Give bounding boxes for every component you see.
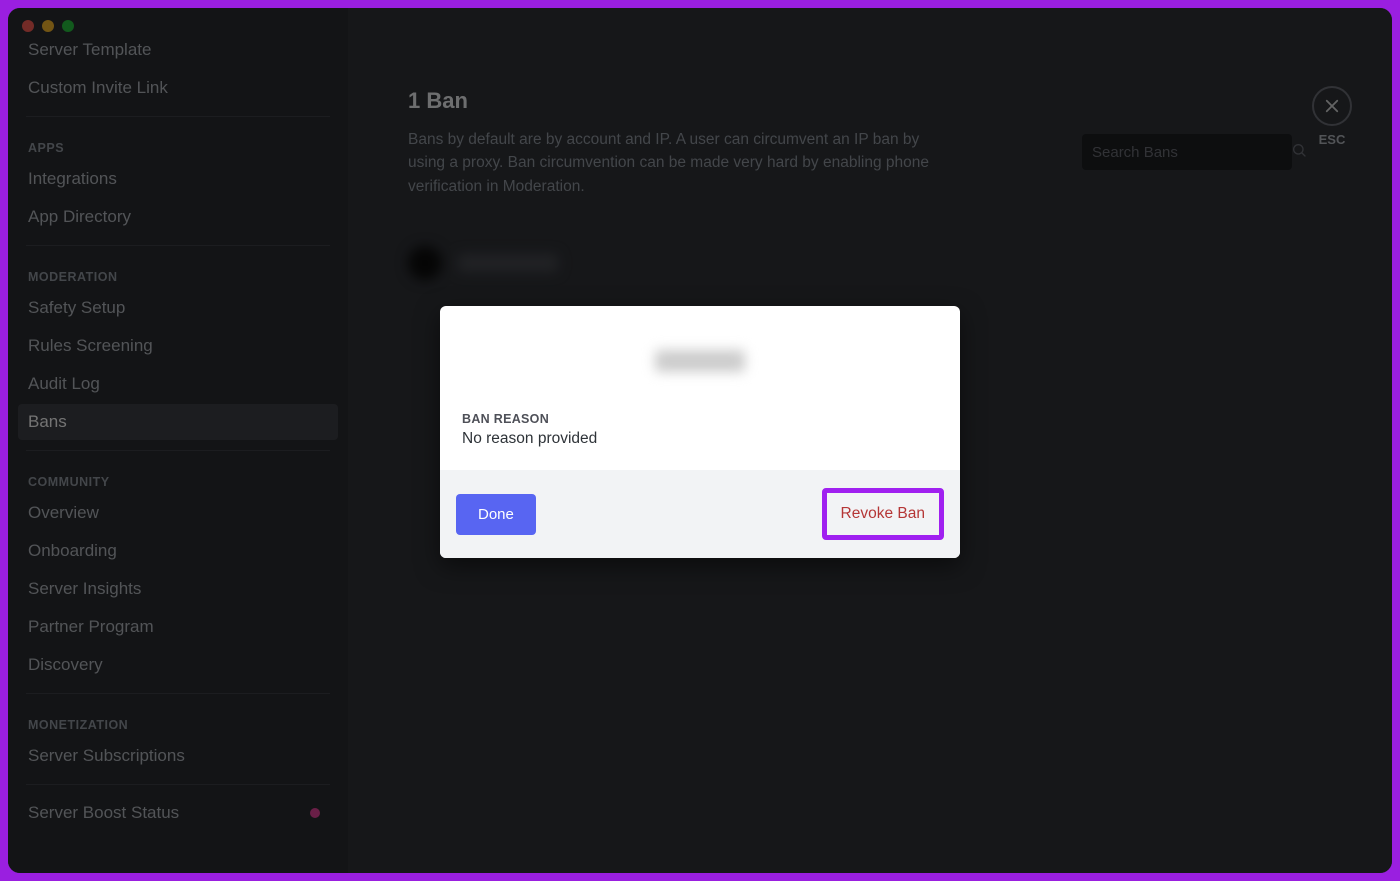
done-button[interactable]: Done [456, 494, 536, 535]
ban-details-modal: BAN REASON No reason provided Done Revok… [440, 306, 960, 558]
modal-footer: Done Revoke Ban [440, 470, 960, 558]
ban-reason-label: BAN REASON [462, 412, 938, 426]
modal-username [655, 350, 745, 372]
ban-reason-text: No reason provided [462, 430, 938, 448]
revoke-ban-button[interactable]: Revoke Ban [833, 499, 933, 529]
revoke-highlight: Revoke Ban [822, 488, 944, 540]
